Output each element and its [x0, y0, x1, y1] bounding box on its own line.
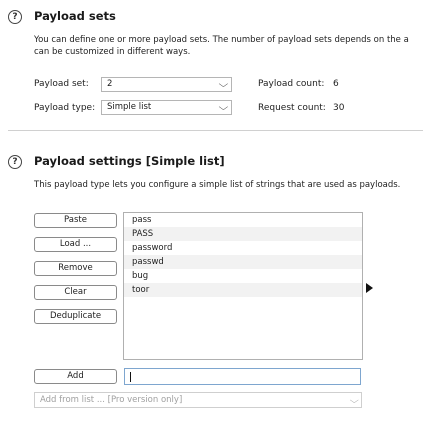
clear-button[interactable]: Clear: [34, 285, 117, 300]
payload-type-select[interactable]: Simple list ⌵: [101, 100, 232, 115]
add-from-list-placeholder: Add from list ... [Pro version only]: [40, 395, 183, 405]
payload-type-value: Simple list: [107, 102, 152, 112]
payload-settings-help-icon[interactable]: ?: [8, 155, 22, 169]
text-caret: [130, 372, 131, 382]
payload-settings-description: This payload type lets you configure a s…: [34, 180, 401, 190]
deduplicate-button[interactable]: Deduplicate: [34, 309, 117, 324]
list-item[interactable]: bug: [124, 269, 362, 283]
payload-count-label: Payload count:: [258, 79, 325, 89]
payload-sets-description-line1: You can define one or more payload sets.…: [34, 35, 409, 45]
add-item-input[interactable]: [124, 368, 361, 385]
section-divider: [8, 130, 423, 131]
load-button[interactable]: Load ...: [34, 237, 117, 252]
list-item[interactable]: password: [124, 241, 362, 255]
payload-set-select[interactable]: 2 ⌵: [101, 77, 232, 92]
add-button[interactable]: Add: [34, 369, 117, 384]
chevron-down-icon: ⌵: [218, 80, 229, 90]
payload-set-value: 2: [107, 79, 113, 89]
list-item[interactable]: passwd: [124, 255, 362, 269]
payload-settings-heading: Payload settings [Simple list]: [34, 154, 225, 168]
payload-list[interactable]: pass PASS password passwd bug toor: [123, 212, 363, 360]
payload-sets-help-icon[interactable]: ?: [8, 10, 22, 24]
payload-type-label: Payload type:: [34, 103, 96, 113]
expand-arrow-icon[interactable]: [366, 283, 373, 293]
list-item[interactable]: pass: [124, 213, 362, 227]
remove-button[interactable]: Remove: [34, 261, 117, 276]
payload-count-value: 6: [333, 79, 339, 89]
payload-sets-heading: Payload sets: [34, 9, 116, 23]
chevron-down-icon: ⌵: [349, 396, 359, 406]
list-item[interactable]: toor: [124, 283, 362, 297]
paste-button[interactable]: Paste: [34, 213, 117, 228]
payload-sets-description-line2: can be customized in different ways.: [34, 47, 191, 57]
payload-set-label: Payload set:: [34, 79, 89, 89]
request-count-label: Request count:: [258, 103, 326, 113]
add-from-list-select: Add from list ... [Pro version only] ⌵: [34, 392, 362, 408]
request-count-value: 30: [333, 103, 345, 113]
list-item[interactable]: PASS: [124, 227, 362, 241]
chevron-down-icon: ⌵: [218, 103, 229, 113]
